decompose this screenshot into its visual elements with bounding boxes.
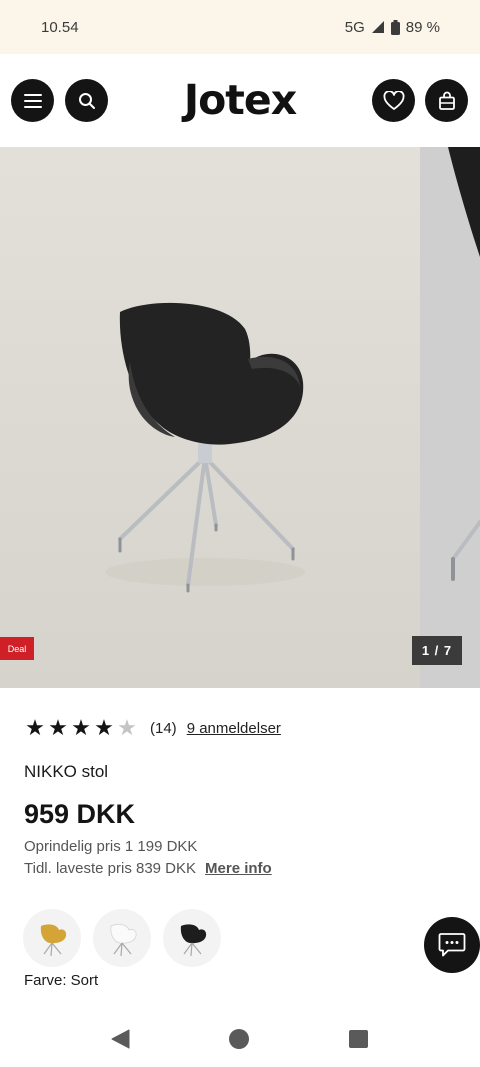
color-swatch-white[interactable] xyxy=(93,909,151,967)
deal-badge: Deal xyxy=(0,637,34,660)
product-name: NIKKO stol xyxy=(24,762,109,781)
back-triangle-icon[interactable] xyxy=(111,1029,130,1049)
battery-icon xyxy=(390,19,400,35)
battery-level: 89 % xyxy=(405,18,440,36)
product-image-gallery[interactable]: Deal 1 / 7 xyxy=(0,147,480,688)
product-image-main[interactable] xyxy=(0,147,420,688)
chat-bubble-icon xyxy=(438,933,466,957)
product-price: 959 DKK xyxy=(24,799,136,829)
chat-button[interactable] xyxy=(424,917,480,973)
chair-thumbnail xyxy=(40,924,67,957)
color-swatch-black[interactable] xyxy=(163,909,221,967)
cart-button[interactable] xyxy=(425,79,468,122)
chair-thumbnail xyxy=(110,923,137,957)
status-indicators: 5G 89 % xyxy=(345,19,440,36)
rating-count: (14) xyxy=(150,719,177,737)
color-label: Farve: Sort xyxy=(24,972,99,989)
status-time: 10.54 xyxy=(41,18,79,36)
heart-icon xyxy=(383,90,404,110)
star-empty-icon: ★ xyxy=(117,715,137,740)
chair-thumbnail xyxy=(180,924,207,957)
rating-stars: ★ ★ ★ ★ ★ xyxy=(24,717,138,739)
color-swatch-yellow[interactable] xyxy=(23,909,81,967)
product-rating: ★ ★ ★ ★ ★ (14) 9 anmeldelser xyxy=(24,716,281,740)
home-circle-icon[interactable] xyxy=(229,1029,249,1049)
lowest-price-row: Tidl. laveste pris 839 DKK Mere info xyxy=(24,860,272,877)
shopping-bag-icon xyxy=(438,91,455,110)
site-header: Jotex xyxy=(0,54,480,147)
reviews-link[interactable]: 9 anmeldelser xyxy=(187,720,281,737)
chair-image-partial xyxy=(448,147,480,581)
system-nav-bar xyxy=(0,1007,480,1067)
recent-apps-square-icon[interactable] xyxy=(349,1030,368,1048)
original-price: Oprindelig pris 1 199 DKK xyxy=(24,838,198,855)
wishlist-button[interactable] xyxy=(372,79,415,122)
lowest-price: Tidl. laveste pris 839 DKK xyxy=(24,860,197,877)
star-filled-icon: ★ xyxy=(71,715,91,740)
status-bar: 10.54 5G 89 % xyxy=(0,0,480,54)
signal-icon xyxy=(371,21,384,33)
network-label: 5G xyxy=(344,18,365,36)
chair-image xyxy=(105,302,305,593)
product-image-next[interactable] xyxy=(420,147,480,688)
star-filled-icon: ★ xyxy=(48,715,68,740)
image-counter: 1 / 7 xyxy=(412,636,462,665)
star-filled-icon: ★ xyxy=(25,715,45,740)
star-filled-icon: ★ xyxy=(94,715,114,740)
more-info-link[interactable]: Mere info xyxy=(205,860,272,877)
